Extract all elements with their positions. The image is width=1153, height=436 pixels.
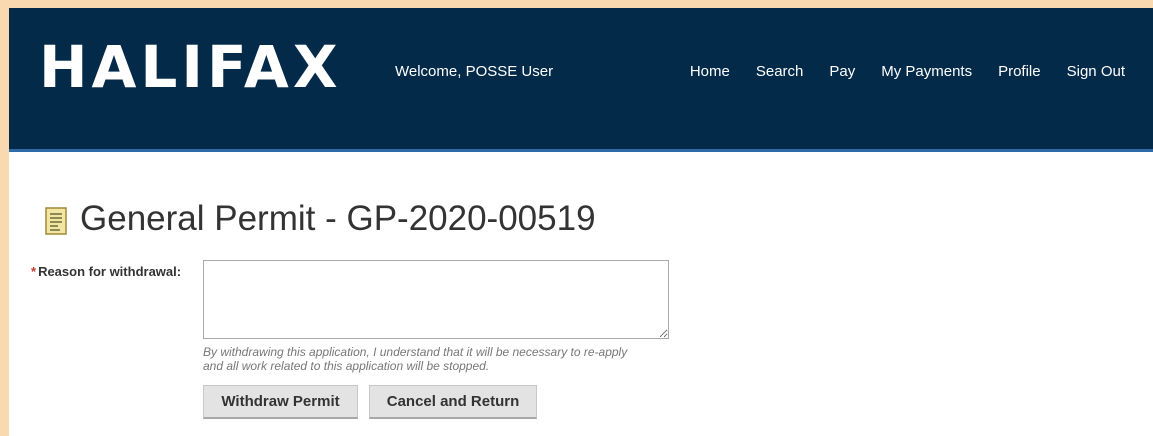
welcome-message: Welcome, POSSE User [395,63,554,80]
nav-my-payments-link[interactable]: My Payments [881,63,972,80]
page-title-row: General Permit - GP-2020-00519 [45,201,596,236]
help-text-line-1: By withdrawing this application, I under… [203,345,628,359]
withdrawal-help-text: By withdrawing this application, I under… [203,345,703,373]
page-title: General Permit - GP-2020-00519 [80,199,596,238]
nav-profile-link[interactable]: Profile [998,63,1041,80]
document-icon [45,206,67,235]
required-marker: * [31,264,37,279]
page-frame: HALIFAX Welcome, POSSE User Home Search … [9,8,1153,436]
nav-pay-link[interactable]: Pay [829,63,855,80]
main-nav: Home Search Pay My Payments Profile Sign… [690,63,1125,80]
nav-search-link[interactable]: Search [756,63,804,80]
nav-sign-out-link[interactable]: Sign Out [1067,63,1125,80]
site-header: HALIFAX Welcome, POSSE User Home Search … [9,8,1153,152]
reason-for-withdrawal-input[interactable] [203,260,669,339]
reason-label: * Reason for withdrawal: [31,264,181,279]
nav-home-link[interactable]: Home [690,63,730,80]
cancel-and-return-button[interactable]: Cancel and Return [369,385,537,419]
help-text-line-2: and all work related to this application… [203,359,490,373]
halifax-logo[interactable]: HALIFAX [39,38,342,96]
withdraw-permit-button[interactable]: Withdraw Permit [203,385,358,419]
reason-label-text: Reason for withdrawal: [38,264,182,279]
